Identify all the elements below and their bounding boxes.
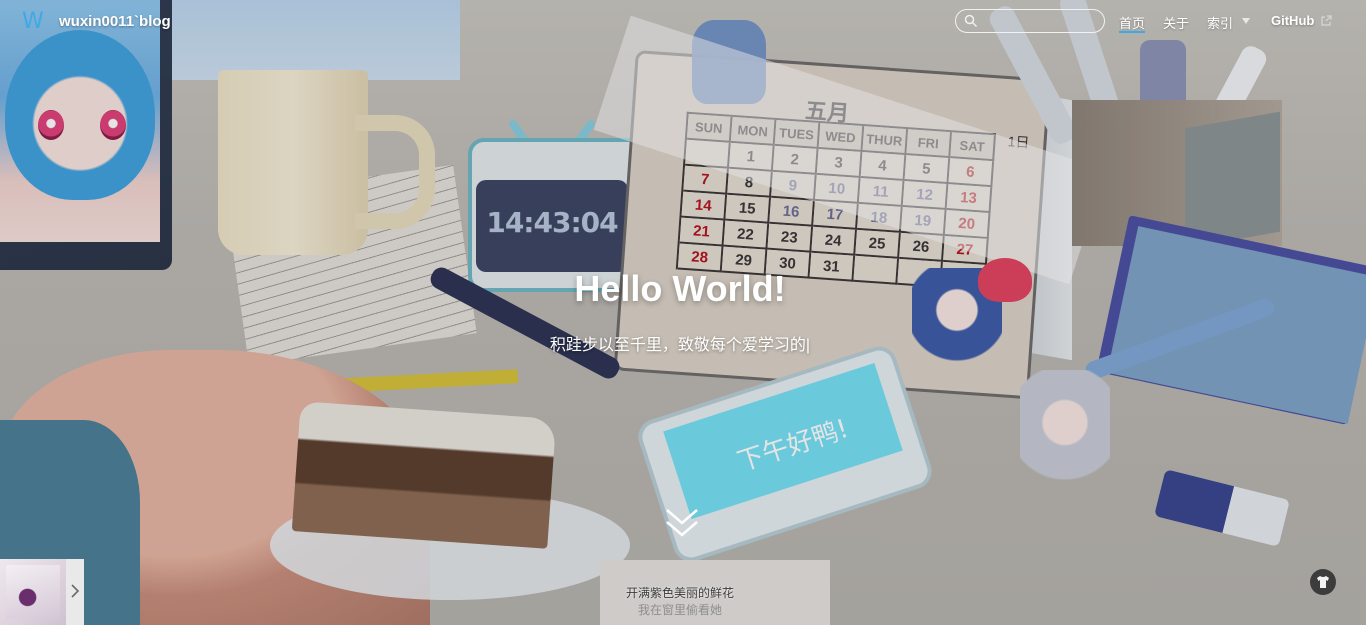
nav-index[interactable]: 索引 bbox=[1207, 13, 1233, 32]
theme-switch-button[interactable] bbox=[1310, 569, 1336, 595]
site-title[interactable]: wuxin0011`blog bbox=[59, 13, 171, 30]
lyric-current-line: 开满紫色美丽的鲜花 bbox=[625, 586, 734, 600]
nav-github[interactable]: GitHub bbox=[1271, 13, 1314, 28]
page: 14:43:04 五月 1日 SUNMONTUESWEDTHURFRISAT12… bbox=[0, 0, 1366, 625]
top-navbar: W wuxin0011`blog 首页 关于 索引 GitHub bbox=[0, 0, 1366, 44]
tshirt-icon bbox=[1317, 576, 1329, 588]
lyric-next-line: 我在窗里偷看她 bbox=[637, 603, 722, 617]
search-icon bbox=[964, 14, 978, 28]
external-link-icon bbox=[1321, 15, 1332, 26]
nav-about[interactable]: 关于 bbox=[1163, 13, 1189, 32]
logo-icon[interactable]: W bbox=[22, 9, 44, 34]
chevron-down-icon[interactable] bbox=[1241, 16, 1251, 26]
search-input[interactable] bbox=[955, 9, 1105, 33]
hero-title: Hello World! bbox=[574, 268, 786, 309]
scroll-down-icon[interactable] bbox=[664, 505, 700, 541]
nav-home-active-indicator bbox=[1119, 31, 1145, 33]
nav-home[interactable]: 首页 bbox=[1119, 13, 1145, 32]
hero-subtitle: 积跬步以至千里，致敬每个爱学习的| bbox=[549, 337, 811, 354]
